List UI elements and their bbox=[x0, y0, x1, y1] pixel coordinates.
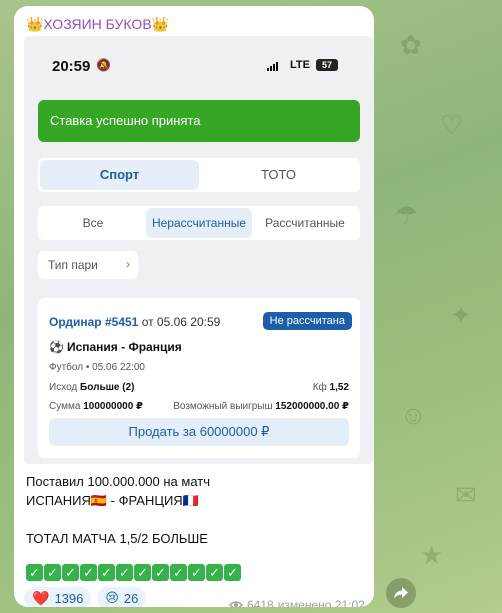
coef-value: 1,52 bbox=[329, 382, 349, 393]
channel-name[interactable]: 👑ХОЗЯИН БУКОВ👑 bbox=[26, 16, 169, 33]
eye-icon bbox=[229, 601, 243, 607]
tab-all[interactable]: Все bbox=[40, 208, 146, 238]
match-name: Испания - Франция bbox=[66, 340, 182, 354]
reactions: ❤️ 1396 😢 26 bbox=[24, 587, 147, 607]
doodle-icon: ✦ bbox=[450, 300, 472, 330]
doodle-icon: ♡ bbox=[440, 110, 464, 140]
message-text: Поставил 100.000.000 на матч ИСПАНИЯ🇪🇸 -… bbox=[26, 472, 366, 548]
phone-status-bar: 20:59 🔕 LTE 57 bbox=[24, 36, 374, 92]
check-mark-icon: ✓ bbox=[80, 564, 97, 581]
doodle-icon: ★ bbox=[420, 540, 444, 570]
network-label: LTE bbox=[290, 59, 310, 71]
battery-icon: 57 bbox=[316, 59, 338, 71]
doodle-icon: ☂ bbox=[395, 200, 419, 230]
status-time: 20:59 bbox=[52, 58, 91, 75]
check-mark-icon: ✓ bbox=[170, 564, 187, 581]
message-meta: 6418 изменено 21:02 bbox=[229, 598, 365, 607]
check-mark-icon: ✓ bbox=[44, 564, 61, 581]
message-line: Поставил 100.000.000 на матч bbox=[26, 474, 211, 489]
bet-number: #5451 bbox=[104, 315, 139, 329]
tab-sport[interactable]: Спорт bbox=[40, 160, 199, 190]
check-mark-icon: ✓ bbox=[206, 564, 223, 581]
sad-face-icon: 😢 bbox=[105, 590, 119, 605]
doodle-icon: ✿ bbox=[400, 30, 422, 60]
edited-time: изменено 21:02 bbox=[277, 598, 365, 607]
check-mark-icon: ✓ bbox=[188, 564, 205, 581]
check-mark-icon: ✓ bbox=[98, 564, 115, 581]
share-button[interactable] bbox=[386, 578, 416, 608]
win-value: 152000000.00 ₽ bbox=[275, 401, 349, 412]
success-toast: Ставка успешно принята bbox=[38, 100, 360, 142]
check-mark-icon: ✓ bbox=[152, 564, 169, 581]
doodle-icon: ☺ bbox=[400, 400, 427, 430]
reaction-count: 1396 bbox=[54, 590, 84, 606]
sport-line: Футбол • 05.06 22:00 bbox=[49, 362, 145, 373]
outcome-value: Больше (2) bbox=[80, 382, 135, 393]
chevron-right-icon: › bbox=[126, 257, 130, 271]
screenshot-image[interactable]: 20:59 🔕 LTE 57 Ставка успешно принята Сп… bbox=[24, 36, 374, 464]
bet-type: Ординар bbox=[49, 315, 102, 329]
status-badge: Не рассчитана bbox=[262, 312, 352, 330]
mute-bell-icon: 🔕 bbox=[96, 58, 111, 72]
message-line: ТОТАЛ МАТЧА 1,5/2 БОЛЬШЕ bbox=[26, 531, 208, 546]
win-label: Возможный выигрыш bbox=[173, 401, 273, 412]
match-title: ⚽ Испания - Франция bbox=[49, 340, 182, 354]
tab-unsettled[interactable]: Нерассчитанные bbox=[146, 208, 252, 238]
check-mark-icon: ✓ bbox=[134, 564, 151, 581]
message-line: ИСПАНИЯ🇪🇸 - ФРАНЦИЯ🇫🇷 bbox=[26, 493, 199, 508]
soccer-ball-icon: ⚽ bbox=[49, 340, 64, 354]
main-tabs: Спорт ТОТО bbox=[38, 158, 360, 192]
tab-settled[interactable]: Рассчитанные bbox=[252, 208, 358, 238]
check-emoji-row: ✓ ✓ ✓ ✓ ✓ ✓ ✓ ✓ ✓ ✓ ✓ ✓ bbox=[26, 564, 241, 581]
check-mark-icon: ✓ bbox=[26, 564, 43, 581]
view-count: 6418 bbox=[247, 598, 274, 607]
signal-icon bbox=[267, 62, 278, 71]
check-mark-icon: ✓ bbox=[224, 564, 241, 581]
coef-label: Кф bbox=[312, 382, 327, 393]
bet-type-label: Тип пари bbox=[48, 258, 98, 272]
bet-filter-tabs: Все Нерассчитанные Рассчитанные bbox=[38, 206, 360, 240]
sell-button[interactable]: Продать за 60000000 ₽ bbox=[49, 418, 349, 446]
bet-card: Ординар #5451 от 05.06 20:59 Не рассчита… bbox=[38, 298, 360, 458]
share-arrow-icon bbox=[394, 587, 408, 599]
message-bubble[interactable]: 👑ХОЗЯИН БУКОВ👑 20:59 🔕 LTE 57 Ставка усп… bbox=[14, 6, 374, 607]
reaction-heart[interactable]: ❤️ 1396 bbox=[24, 587, 92, 607]
tab-toto[interactable]: ТОТО bbox=[199, 160, 358, 190]
doodle-icon: ✉ bbox=[455, 480, 477, 510]
reaction-sad[interactable]: 😢 26 bbox=[97, 587, 147, 607]
outcome-row: Исход Больше (2) Кф 1,52 bbox=[49, 382, 349, 393]
bet-type-filter[interactable]: Тип пари › bbox=[38, 251, 138, 279]
reaction-count: 26 bbox=[123, 590, 139, 606]
outcome-label: Исход bbox=[49, 382, 78, 393]
bet-date: от 05.06 20:59 bbox=[141, 315, 221, 329]
bet-title: Ординар #5451 от 05.06 20:59 bbox=[49, 315, 220, 329]
heart-icon: ❤️ bbox=[32, 589, 50, 606]
amount-row: Сумма 100000000 ₽ Возможный выигрыш 1520… bbox=[49, 401, 349, 412]
check-mark-icon: ✓ bbox=[62, 564, 79, 581]
stake-value: 100000000 ₽ bbox=[83, 401, 143, 412]
check-mark-icon: ✓ bbox=[116, 564, 133, 581]
stake-label: Сумма bbox=[49, 401, 81, 412]
